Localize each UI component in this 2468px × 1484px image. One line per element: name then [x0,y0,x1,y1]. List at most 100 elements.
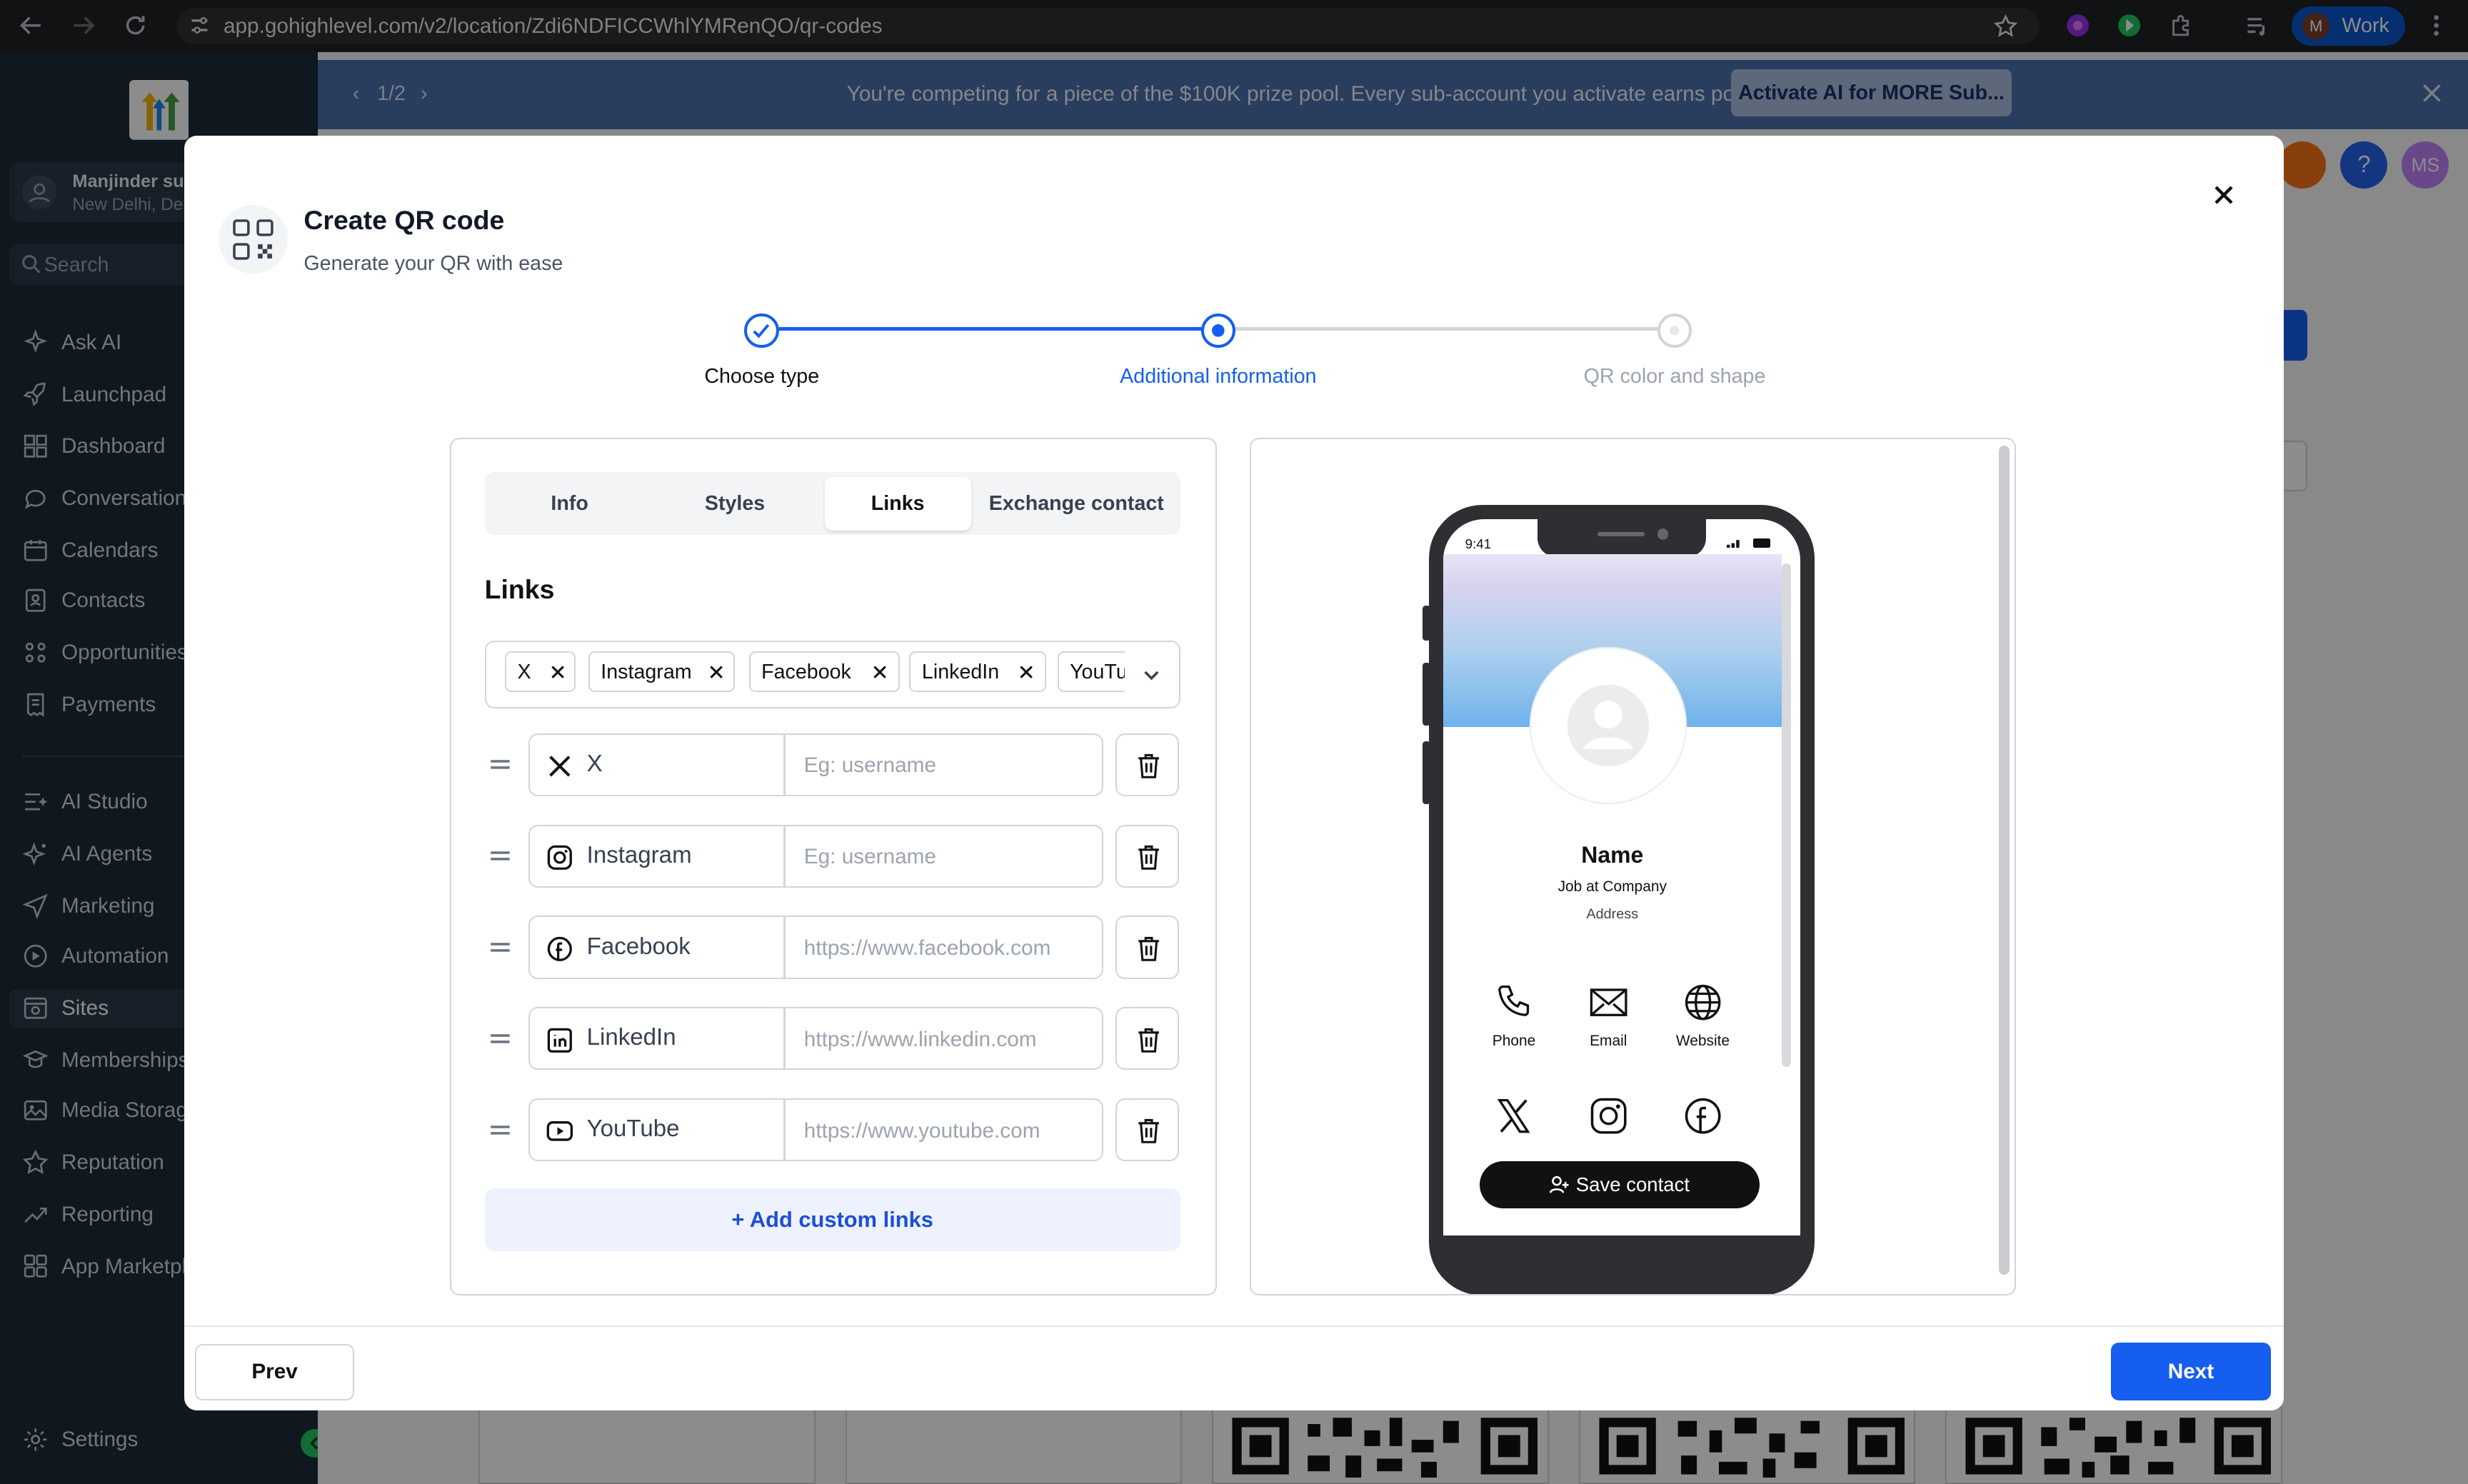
modal-footer: Prev Next [184,1325,2284,1410]
link-row-youtube: YouTube https://www.youtube.com [485,1098,1180,1162]
qr-code-icon [219,204,289,274]
email-icon [1588,982,1629,1023]
links-multiselect[interactable]: X Instagram Facebook LinkedIn YouTu [484,640,1180,708]
phone-notch [1538,519,1706,557]
trash-icon [1136,935,1161,963]
globe-icon [1682,982,1723,1023]
trash-icon [1136,1026,1161,1055]
drag-handle-icon[interactable] [489,753,511,776]
platform-select-facebook[interactable]: Facebook [528,916,786,979]
chip-x: X [505,651,576,693]
trash-icon [1136,843,1161,872]
app-root: app.gohighlevel.com/v2/location/Zdi6NDFI… [0,0,2468,1484]
delete-link-linkedin-button[interactable] [1115,1007,1179,1071]
platform-select-x[interactable]: X [528,733,786,796]
phone-side-button [1423,606,1431,641]
platform-select-linkedin[interactable]: LinkedIn [528,1007,786,1071]
facebook-icon [546,935,574,963]
stepper-line-pending [1235,327,1675,331]
links-form-card: Info Styles Links Exchange contact Links… [450,437,1217,1295]
save-contact-button[interactable]: Save contact [1479,1161,1760,1209]
preview-job: Job at Company [1557,878,1667,895]
step-qr-color-dot-icon[interactable] [1657,313,1692,349]
link-input-facebook[interactable]: https://www.facebook.com [783,916,1103,979]
delete-link-youtube-button[interactable] [1115,1098,1179,1162]
step-label-qr-color: QR color and shape [1583,365,1766,388]
remove-chip-instagram-icon[interactable] [708,663,725,681]
preview-email-action[interactable]: Email [1569,982,1647,1050]
trash-icon [1136,1117,1161,1145]
preview-phone-action[interactable]: Phone [1475,982,1553,1050]
tab-info[interactable]: Info [489,477,650,531]
phone-speaker [1597,531,1645,537]
link-input-linkedin[interactable]: https://www.linkedin.com [783,1007,1103,1071]
phone-screen: 9:41 Name Job at Company Address Phone E… [1443,519,1801,1235]
platform-select-youtube[interactable]: YouTube [528,1098,786,1162]
delete-link-facebook-button[interactable] [1115,916,1179,979]
youtube-icon [546,1117,574,1145]
preview-name: Name [1581,841,1644,868]
tab-styles[interactable]: Styles [655,477,816,531]
tab-links[interactable]: Links [824,476,971,531]
instagram-icon [1588,1096,1629,1136]
phone-scrollbar[interactable] [1781,563,1791,1068]
chip-linkedin: LinkedIn [909,651,1047,693]
link-row-linkedin: LinkedIn https://www.linkedin.com [485,1007,1180,1071]
create-qr-modal: Create QR code Generate your QR with eas… [184,135,2284,1410]
status-time: 9:41 [1465,536,1492,552]
form-tabs: Info Styles Links Exchange contact [484,471,1180,536]
x-logo-icon [546,752,574,781]
add-person-icon [1549,1175,1570,1194]
chevron-down-icon[interactable] [1140,664,1163,686]
phone-mockup: 9:41 Name Job at Company Address Phone E… [1423,505,1815,1294]
chip-instagram: Instagram [588,651,735,693]
remove-chip-x-icon[interactable] [549,663,566,681]
linkedin-icon [546,1026,574,1055]
step-label-choose-type: Choose type [704,365,820,388]
link-input-instagram[interactable]: Eg: username [783,824,1103,888]
phone-side-button [1423,662,1431,726]
remove-chip-linkedin-icon[interactable] [1018,663,1035,681]
x-logo-icon [1493,1096,1534,1136]
preview-card: 9:41 Name Job at Company Address Phone E… [1249,437,2017,1295]
link-row-instagram: Instagram Eg: username [485,824,1180,888]
preview-facebook-link[interactable] [1663,1096,1742,1136]
platform-select-instagram[interactable]: Instagram [528,824,786,888]
close-modal-icon[interactable] [2208,179,2239,211]
drag-handle-icon[interactable] [489,1119,511,1141]
links-section-title: Links [484,574,555,605]
instagram-icon [546,843,574,872]
profile-avatar-placeholder [1531,648,1686,803]
drag-handle-icon[interactable] [489,845,511,867]
preview-scrollbar[interactable] [1998,445,2010,1275]
signal-icon [1726,538,1742,548]
chip-facebook: Facebook [748,651,901,693]
stepper-line-done [778,327,1218,331]
link-input-x[interactable]: Eg: username [783,733,1103,796]
tab-exchange-contact[interactable]: Exchange contact [975,477,1177,531]
remove-chip-facebook-icon[interactable] [871,663,888,681]
modal-subtitle: Generate your QR with ease [304,251,563,275]
trash-icon [1136,752,1161,781]
add-custom-links-button[interactable]: + Add custom links [484,1188,1180,1251]
prev-button[interactable]: Prev [195,1343,354,1401]
link-row-facebook: Facebook https://www.facebook.com [485,916,1180,979]
delete-link-instagram-button[interactable] [1115,824,1179,888]
delete-link-x-button[interactable] [1115,733,1179,796]
step-choose-type-check-icon[interactable] [744,313,779,349]
step-additional-info-dot-icon[interactable] [1200,313,1236,349]
phone-camera [1657,528,1668,540]
modal-title: Create QR code [304,204,505,235]
facebook-icon [1682,1096,1723,1136]
preview-x-link[interactable] [1475,1096,1553,1136]
drag-handle-icon[interactable] [489,936,511,958]
preview-instagram-link[interactable] [1569,1096,1647,1136]
preview-address: Address [1586,906,1639,923]
phone-icon [1493,982,1534,1023]
drag-handle-icon[interactable] [489,1028,511,1050]
next-button[interactable]: Next [2110,1342,2272,1401]
link-input-youtube[interactable]: https://www.youtube.com [783,1098,1103,1162]
phone-side-button [1423,741,1431,804]
step-label-additional-info: Additional information [1120,365,1317,388]
preview-website-action[interactable]: Website [1663,982,1742,1050]
